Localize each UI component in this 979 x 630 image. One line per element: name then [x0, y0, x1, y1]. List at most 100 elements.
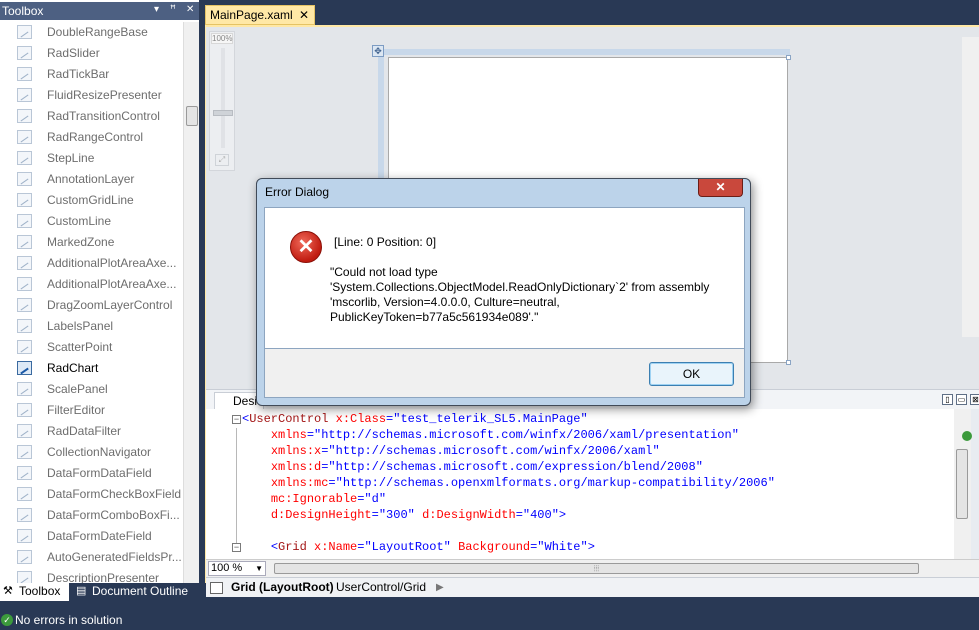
toolbox-item[interactable]: ScalePanel: [0, 379, 183, 400]
tab-document-outline[interactable]: ▤ Document Outline: [73, 583, 199, 601]
grid-icon: [210, 582, 223, 594]
toolbox-item[interactable]: RadRangeControl: [0, 127, 183, 148]
toolbox-item-label: FluidResizePresenter: [47, 88, 162, 102]
toolbox-item-label: RadDataFilter: [47, 424, 122, 438]
ok-button[interactable]: OK: [649, 362, 734, 386]
toolbox-item-label: CustomLine: [47, 214, 112, 228]
toolbox-item[interactable]: RadDataFilter: [0, 421, 183, 442]
horizontal-scroll-thumb[interactable]: ⦙⦙⦙: [274, 563, 919, 574]
split-vertical-icon[interactable]: ▯: [942, 394, 953, 405]
dialog-title: Error Dialog: [265, 185, 330, 199]
control-icon: [17, 172, 32, 186]
pin-icon[interactable]: ꟸ: [170, 4, 176, 15]
close-icon[interactable]: ✕: [186, 4, 194, 15]
horizontal-scrollbar[interactable]: ⦙⦙⦙: [270, 562, 970, 575]
toolbox-item-label: StepLine: [47, 151, 95, 165]
move-handle-icon[interactable]: ✥: [372, 45, 384, 57]
add-icon[interactable]: [962, 431, 972, 441]
zoom-track[interactable]: [221, 48, 225, 148]
tab-mainpage-xaml[interactable]: MainPage.xaml ✕: [205, 5, 315, 25]
toolbox-item[interactable]: RadSlider: [0, 43, 183, 64]
zoom-combobox[interactable]: 100 % ▼: [208, 561, 266, 576]
filter-icon: [17, 424, 32, 438]
split-horizontal-icon[interactable]: ▭: [956, 394, 967, 405]
toolbox-item[interactable]: DragZoomLayerControl: [0, 295, 183, 316]
toolbox-item[interactable]: AdditionalPlotAreaAxe...: [0, 253, 183, 274]
control-icon: [17, 67, 32, 81]
control-icon: [17, 340, 32, 354]
fit-to-screen-icon[interactable]: ⤢: [215, 154, 229, 166]
toolbox-item-label: AdditionalPlotAreaAxe...: [47, 256, 177, 270]
toolbox-item-label: DoubleRangeBase: [47, 25, 148, 39]
zoom-slider[interactable]: 100% ⤢: [209, 31, 235, 171]
close-tab-icon[interactable]: ✕: [299, 6, 309, 24]
toolbox-item[interactable]: AnnotationLayer: [0, 169, 183, 190]
collapse-pane-icon[interactable]: ⊠: [970, 394, 979, 405]
error-position: [Line: 0 Position: 0]: [334, 235, 437, 249]
toolbox-scrollbar[interactable]: [183, 22, 199, 583]
toolbox-item[interactable]: DescriptionPresenter: [0, 568, 183, 583]
control-icon: [17, 256, 32, 270]
tab-document-outline-label: Document Outline: [92, 584, 189, 598]
zoom-100-button[interactable]: 100%: [211, 33, 233, 44]
toolbox-item[interactable]: StepLine: [0, 148, 183, 169]
collapse-toggle[interactable]: −: [232, 543, 241, 552]
bottom-tool-tabs: ⚒ Toolbox ▤ Document Outline: [0, 583, 199, 601]
toolbox-item[interactable]: DataFormComboBoxFi...: [0, 505, 183, 526]
editor-zoom-row: 100 % ▼ ⦙⦙⦙: [206, 559, 979, 577]
editor-scroll-thumb[interactable]: [956, 449, 968, 519]
breadcrumb-path[interactable]: UserControl/Grid: [336, 578, 426, 597]
toolbox-item[interactable]: ScatterPoint: [0, 337, 183, 358]
toolbox-item-radchart[interactable]: RadChart: [0, 358, 183, 379]
resize-handle[interactable]: [786, 55, 791, 60]
toolbox-item-label: RadTransitionControl: [47, 109, 160, 123]
frame-bottom: [205, 597, 979, 610]
toolbox-item-label: CollectionNavigator: [47, 445, 152, 459]
toolbox-item[interactable]: CustomLine: [0, 211, 183, 232]
toolbox-item[interactable]: DoubleRangeBase: [0, 22, 183, 43]
toolbox-scroll-thumb[interactable]: [186, 106, 198, 126]
toolbox-item-label: AdditionalPlotAreaAxe...: [47, 277, 177, 291]
toolbox-item[interactable]: CollectionNavigator: [0, 442, 183, 463]
control-icon: [17, 298, 32, 312]
tools-icon: ⚒: [3, 585, 13, 597]
toolbox-item-label: RadChart: [47, 361, 99, 375]
toolbox-header: Toolbox ▾ ꟸ ✕: [0, 2, 199, 20]
toolbox-item[interactable]: RadTickBar: [0, 64, 183, 85]
control-icon: [17, 571, 32, 583]
dialog-close-button[interactable]: ✕: [698, 179, 743, 197]
control-icon: [17, 277, 32, 291]
resize-handle[interactable]: [786, 360, 791, 365]
tab-design-label: Desi: [233, 394, 258, 408]
toolbox-item[interactable]: DataFormCheckBoxField: [0, 484, 183, 505]
code-line: xmlns:mc="http://schemas.openxmlformats.…: [270, 476, 775, 490]
error-message-line: "Could not load type: [330, 265, 438, 279]
xaml-editor[interactable]: − − <UserControl x:Class="test_telerik_S…: [206, 409, 979, 559]
dropdown-icon[interactable]: ▾: [154, 4, 159, 15]
control-icon: [17, 214, 32, 228]
toolbox-item[interactable]: AutoGeneratedFieldsPr...: [0, 547, 183, 568]
toolbox-item[interactable]: MarkedZone: [0, 232, 183, 253]
collapse-toggle[interactable]: −: [232, 415, 241, 424]
toolbox-item[interactable]: FluidResizePresenter: [0, 85, 183, 106]
toolbox-item[interactable]: FilterEditor: [0, 400, 183, 421]
zoom-thumb[interactable]: [213, 110, 233, 116]
toolbox-item[interactable]: AdditionalPlotAreaAxe...: [0, 274, 183, 295]
tab-toolbox[interactable]: ⚒ Toolbox: [0, 583, 69, 601]
toolbox-item[interactable]: DataFormDataField: [0, 463, 183, 484]
chevron-down-icon: ▼: [255, 564, 263, 573]
toolbox-item[interactable]: RadTransitionControl: [0, 106, 183, 127]
toolbox-item[interactable]: LabelsPanel: [0, 316, 183, 337]
toolbox-item[interactable]: DataFormDateField: [0, 526, 183, 547]
control-icon: [17, 88, 32, 102]
breadcrumb-arrow-icon[interactable]: ▶: [436, 578, 444, 597]
dialog-footer: OK: [264, 349, 745, 398]
control-icon: [17, 46, 32, 60]
error-message-line: PublicKeyToken=b77a5c561934e089'.": [330, 310, 539, 324]
code-line: xmlns:x="http://schemas.microsoft.com/wi…: [270, 444, 660, 458]
breadcrumb-current[interactable]: Grid (LayoutRoot): [231, 578, 334, 597]
designer-scrollbar[interactable]: [962, 37, 979, 337]
code-line: <Grid x:Name="LayoutRoot" Background="Wh…: [270, 540, 595, 554]
toolbox-item[interactable]: CustomGridLine: [0, 190, 183, 211]
control-icon: [17, 25, 32, 39]
